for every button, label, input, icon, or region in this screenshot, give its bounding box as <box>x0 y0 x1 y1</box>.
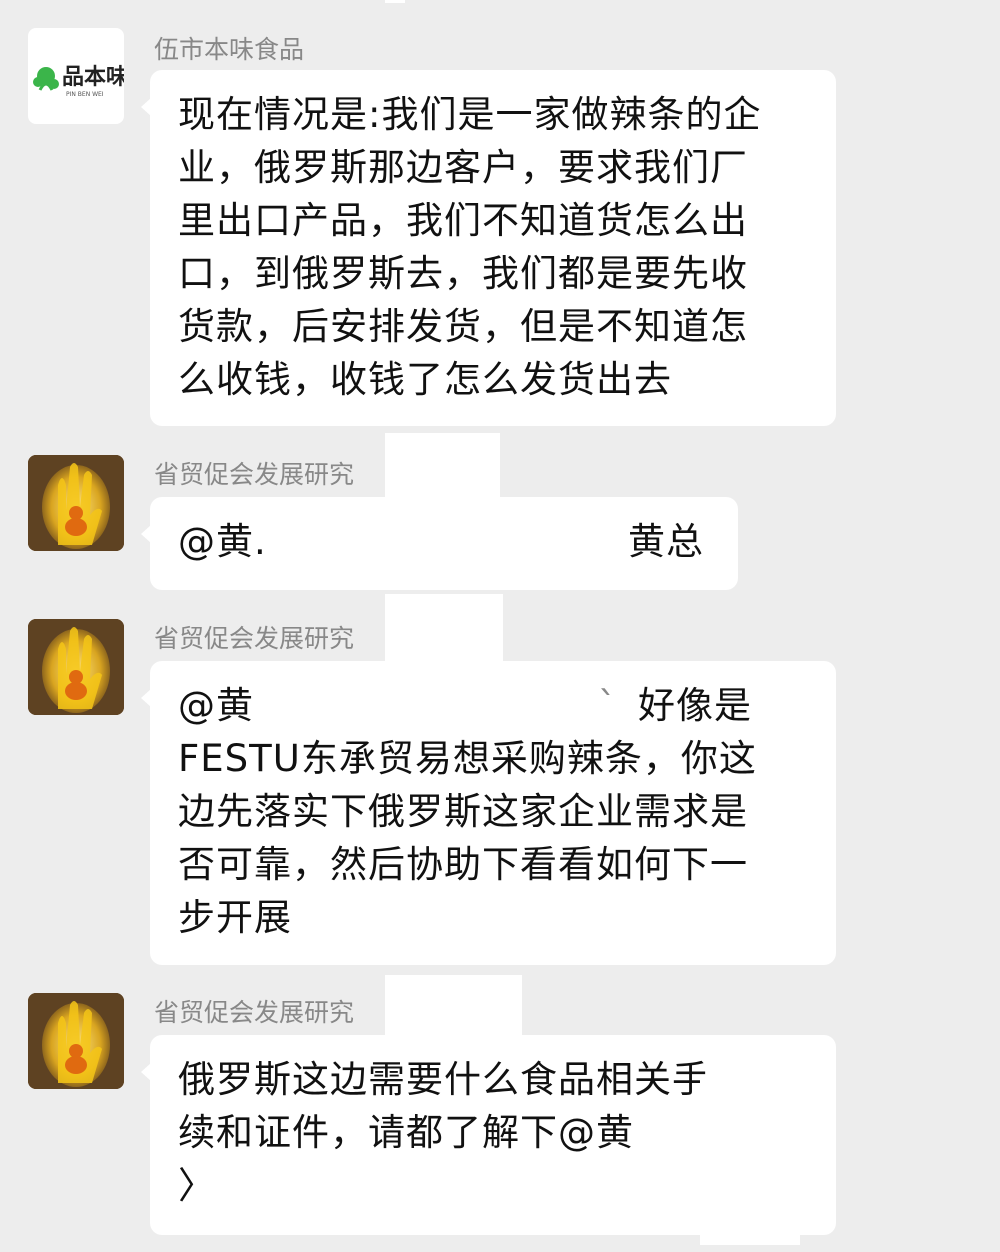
mention-text[interactable]: @黄. <box>178 520 267 563</box>
golden-hand-buddha-icon <box>28 993 124 1089</box>
sender-name: 省贸促会发展研究 <box>154 460 355 489</box>
message-line: 边先落实下俄罗斯这家企业需求是 <box>178 790 748 833</box>
golden-hand-buddha-icon <box>28 619 124 715</box>
redaction-patch <box>385 975 522 1035</box>
redaction-patch <box>385 433 500 497</box>
message-line: 么收钱，收钱了怎么发货出去 <box>178 358 672 401</box>
bubble-tail <box>141 98 151 116</box>
message-line: @黄 ˋ 好像是 <box>178 679 808 732</box>
message-bubble[interactable]: 现在情况是:我们是一家做辣条的企 业，俄罗斯那边客户，要求我们厂 里出口产品，我… <box>141 70 836 426</box>
bubble-tail <box>141 1063 151 1081</box>
logo-text: 品本味 <box>62 65 124 90</box>
redaction-patch <box>266 523 587 564</box>
sender-avatar[interactable]: 品本味 PIN BEN WEI <box>28 28 124 124</box>
sender-avatar[interactable] <box>28 619 124 715</box>
sender-avatar[interactable] <box>28 993 124 1089</box>
message-line: FESTU东承贸易想采购辣条，你这 <box>178 737 757 780</box>
redaction-patch <box>254 687 584 728</box>
mention-remnant: ˋ <box>598 684 618 727</box>
logo-subtext: PIN BEN WEI <box>66 91 104 98</box>
bubble-tail <box>141 689 151 707</box>
sender-avatar[interactable] <box>28 455 124 551</box>
message-bubble[interactable]: @黄 ˋ 好像是 FESTU东承贸易想采购辣条，你这 边先落实下俄罗斯这家企业需求是… <box>141 661 836 965</box>
bubble-tail <box>141 525 151 543</box>
message-line: 货款，后安排发货，但是不知道怎 <box>178 305 748 348</box>
first-line-suffix: 好像是 <box>638 684 752 727</box>
message-line: 口，到俄罗斯去，我们都是要先收 <box>178 252 748 295</box>
sender-name: 伍市本味食品 <box>154 35 305 64</box>
message-line: 业，俄罗斯那边客户，要求我们厂 <box>178 146 748 189</box>
golden-hand-buddha-icon <box>28 455 124 551</box>
redaction-patch <box>385 594 503 662</box>
mention-suffix: 黄总 <box>628 520 704 563</box>
pinbenwei-logo-icon: 品本味 PIN BEN WEI <box>33 65 124 98</box>
redaction-patch <box>700 1075 800 1245</box>
message-line: 步开展 <box>178 896 292 939</box>
sender-name: 省贸促会发展研究 <box>154 624 355 653</box>
sender-name: 省贸促会发展研究 <box>154 998 355 1027</box>
previous-message-fragment <box>385 0 405 3</box>
message-line: @黄. 黄总 <box>178 515 710 568</box>
message-bubble[interactable]: @黄. 黄总 <box>141 497 738 590</box>
mention-text[interactable]: @黄 <box>178 684 254 727</box>
message-line: 现在情况是:我们是一家做辣条的企 <box>178 93 762 136</box>
message-line: 里出口产品，我们不知道货怎么出 <box>178 199 748 242</box>
message-line: 否可靠，然后协助下看看如何下一 <box>178 843 748 886</box>
